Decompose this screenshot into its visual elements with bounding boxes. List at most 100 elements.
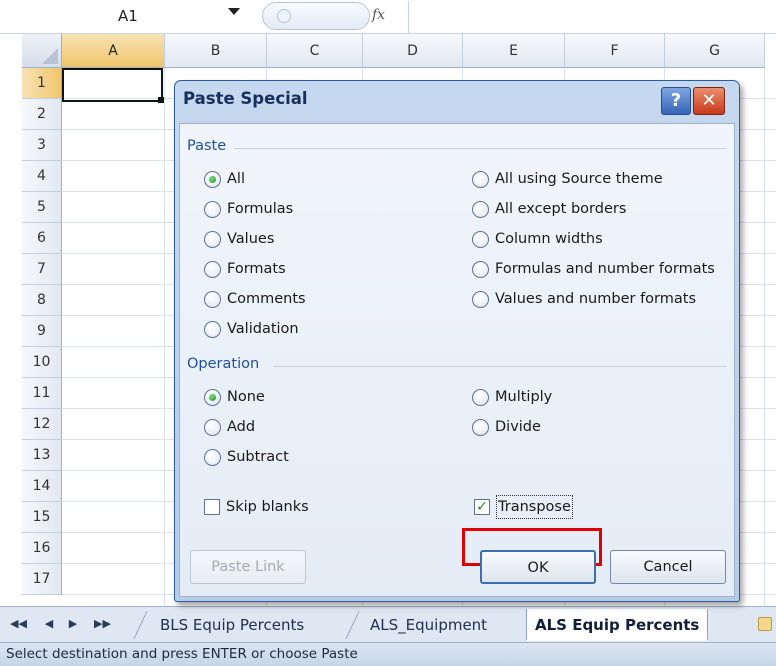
column-header-g[interactable]: G — [665, 34, 765, 68]
radio-label: Column widths — [495, 231, 603, 247]
radio-icon — [472, 418, 489, 436]
name-box[interactable]: A1 — [16, 3, 254, 29]
dialog-body: Paste All Formulas Values Formats Commen… — [179, 123, 735, 597]
operation-group-divider — [274, 366, 726, 367]
row-header-1[interactable]: 1 — [22, 68, 62, 99]
row-header-14[interactable]: 14 — [22, 471, 62, 502]
fill-handle[interactable] — [158, 97, 164, 103]
dialog-title-bar[interactable]: Paste Special ? ✕ — [175, 81, 739, 123]
radio-label: Values and number formats — [495, 291, 697, 307]
radio-selected-icon — [204, 388, 221, 406]
row-header-8[interactable]: 8 — [22, 285, 62, 316]
row-header-12[interactable]: 12 — [22, 409, 62, 440]
column-header-b[interactable]: B — [165, 34, 267, 68]
row-header-10[interactable]: 10 — [22, 347, 62, 378]
radio-all-using-source-theme[interactable]: All using Source theme — [472, 168, 663, 190]
tab-separator — [345, 611, 360, 639]
close-button[interactable]: ✕ — [693, 87, 725, 115]
radio-values-and-number-formats[interactable]: Values and number formats — [472, 288, 696, 310]
radio-paste-all[interactable]: All — [204, 168, 245, 190]
radio-icon — [472, 260, 489, 278]
checkbox-icon — [204, 499, 220, 515]
help-button[interactable]: ? — [661, 87, 691, 115]
paste-special-dialog: Paste Special ? ✕ Paste All Formulas Val… — [174, 80, 740, 602]
radio-operation-multiply[interactable]: Multiply — [472, 386, 552, 408]
formula-cancel-circle-icon[interactable] — [277, 9, 291, 23]
first-sheet-icon[interactable]: ◀◀ — [10, 617, 27, 630]
radio-icon — [204, 200, 221, 218]
radio-icon — [204, 230, 221, 248]
row-header-13[interactable]: 13 — [22, 440, 62, 471]
radio-icon — [472, 230, 489, 248]
radio-selected-icon — [204, 170, 221, 188]
radio-icon — [204, 448, 221, 466]
radio-icon — [472, 290, 489, 308]
radio-paste-comments[interactable]: Comments — [204, 288, 306, 310]
checkbox-transpose[interactable]: ✓ Transpose — [474, 495, 573, 519]
name-box-dropdown-icon[interactable] — [228, 8, 240, 15]
row-header-5[interactable]: 5 — [22, 192, 62, 223]
radio-label: Validation — [227, 321, 299, 337]
last-sheet-icon[interactable]: ▶▶ — [94, 617, 111, 630]
radio-icon — [204, 418, 221, 436]
column-header-d[interactable]: D — [363, 34, 463, 68]
paste-link-button[interactable]: Paste Link — [190, 550, 306, 584]
radio-label: Add — [227, 419, 256, 435]
radio-paste-validation[interactable]: Validation — [204, 318, 299, 340]
cancel-button[interactable]: Cancel — [610, 550, 726, 584]
checkbox-label: Transpose — [496, 495, 573, 519]
insert-worksheet-icon[interactable] — [758, 617, 772, 631]
radio-icon — [204, 260, 221, 278]
formula-input[interactable] — [408, 1, 776, 33]
tab-bls-equip-percents[interactable]: BLS Equip Percents — [152, 609, 312, 641]
radio-label: All using Source theme — [495, 171, 663, 187]
radio-icon — [204, 290, 221, 308]
row-header-16[interactable]: 16 — [22, 533, 62, 564]
insert-function-icon[interactable]: fx — [372, 3, 394, 27]
paste-group-label: Paste — [187, 138, 227, 154]
row-header-4[interactable]: 4 — [22, 161, 62, 192]
radio-paste-formulas[interactable]: Formulas — [204, 198, 293, 220]
row-header-11[interactable]: 11 — [22, 378, 62, 409]
radio-operation-divide[interactable]: Divide — [472, 416, 541, 438]
row-header-7[interactable]: 7 — [22, 254, 62, 285]
ok-button[interactable]: OK — [480, 550, 596, 584]
radio-icon — [472, 170, 489, 188]
row-header-6[interactable]: 6 — [22, 223, 62, 254]
radio-column-widths[interactable]: Column widths — [472, 228, 603, 250]
column-header-c[interactable]: C — [267, 34, 363, 68]
column-header-f[interactable]: F — [565, 34, 665, 68]
radio-operation-subtract[interactable]: Subtract — [204, 446, 289, 468]
radio-label: Formats — [227, 261, 286, 277]
select-all-corner[interactable] — [22, 34, 62, 68]
row-header-17[interactable]: 17 — [22, 564, 62, 595]
row-header-2[interactable]: 2 — [22, 99, 62, 130]
tab-als-equipment[interactable]: ALS_Equipment — [362, 609, 495, 641]
radio-paste-formats[interactable]: Formats — [204, 258, 286, 280]
paste-group-divider — [234, 148, 726, 149]
name-box-value: A1 — [118, 7, 138, 25]
formula-bar-pill — [262, 2, 370, 30]
previous-sheet-icon[interactable]: ◀ — [42, 617, 56, 630]
radio-icon — [472, 200, 489, 218]
next-sheet-icon[interactable]: ▶ — [66, 617, 80, 630]
select-all-triangle-icon — [42, 48, 58, 64]
radio-icon — [472, 388, 489, 406]
status-message: Select destination and press ENTER or ch… — [6, 646, 358, 662]
grid-column-line — [764, 68, 765, 606]
radio-all-except-borders[interactable]: All except borders — [472, 198, 626, 220]
radio-paste-values[interactable]: Values — [204, 228, 274, 250]
tab-als-equip-percents[interactable]: ALS Equip Percents — [526, 609, 709, 641]
radio-formulas-and-number-formats[interactable]: Formulas and number formats — [472, 258, 715, 280]
radio-label: Comments — [227, 291, 306, 307]
row-header-9[interactable]: 9 — [22, 316, 62, 347]
row-header-15[interactable]: 15 — [22, 502, 62, 533]
column-header-a[interactable]: A — [62, 34, 165, 68]
checkbox-skip-blanks[interactable]: Skip blanks — [204, 496, 309, 518]
radio-label: Formulas — [227, 201, 294, 217]
column-header-e[interactable]: E — [463, 34, 565, 68]
row-header-3[interactable]: 3 — [22, 130, 62, 161]
radio-operation-none[interactable]: None — [204, 386, 265, 408]
radio-operation-add[interactable]: Add — [204, 416, 255, 438]
active-cell-a1[interactable] — [62, 68, 163, 102]
